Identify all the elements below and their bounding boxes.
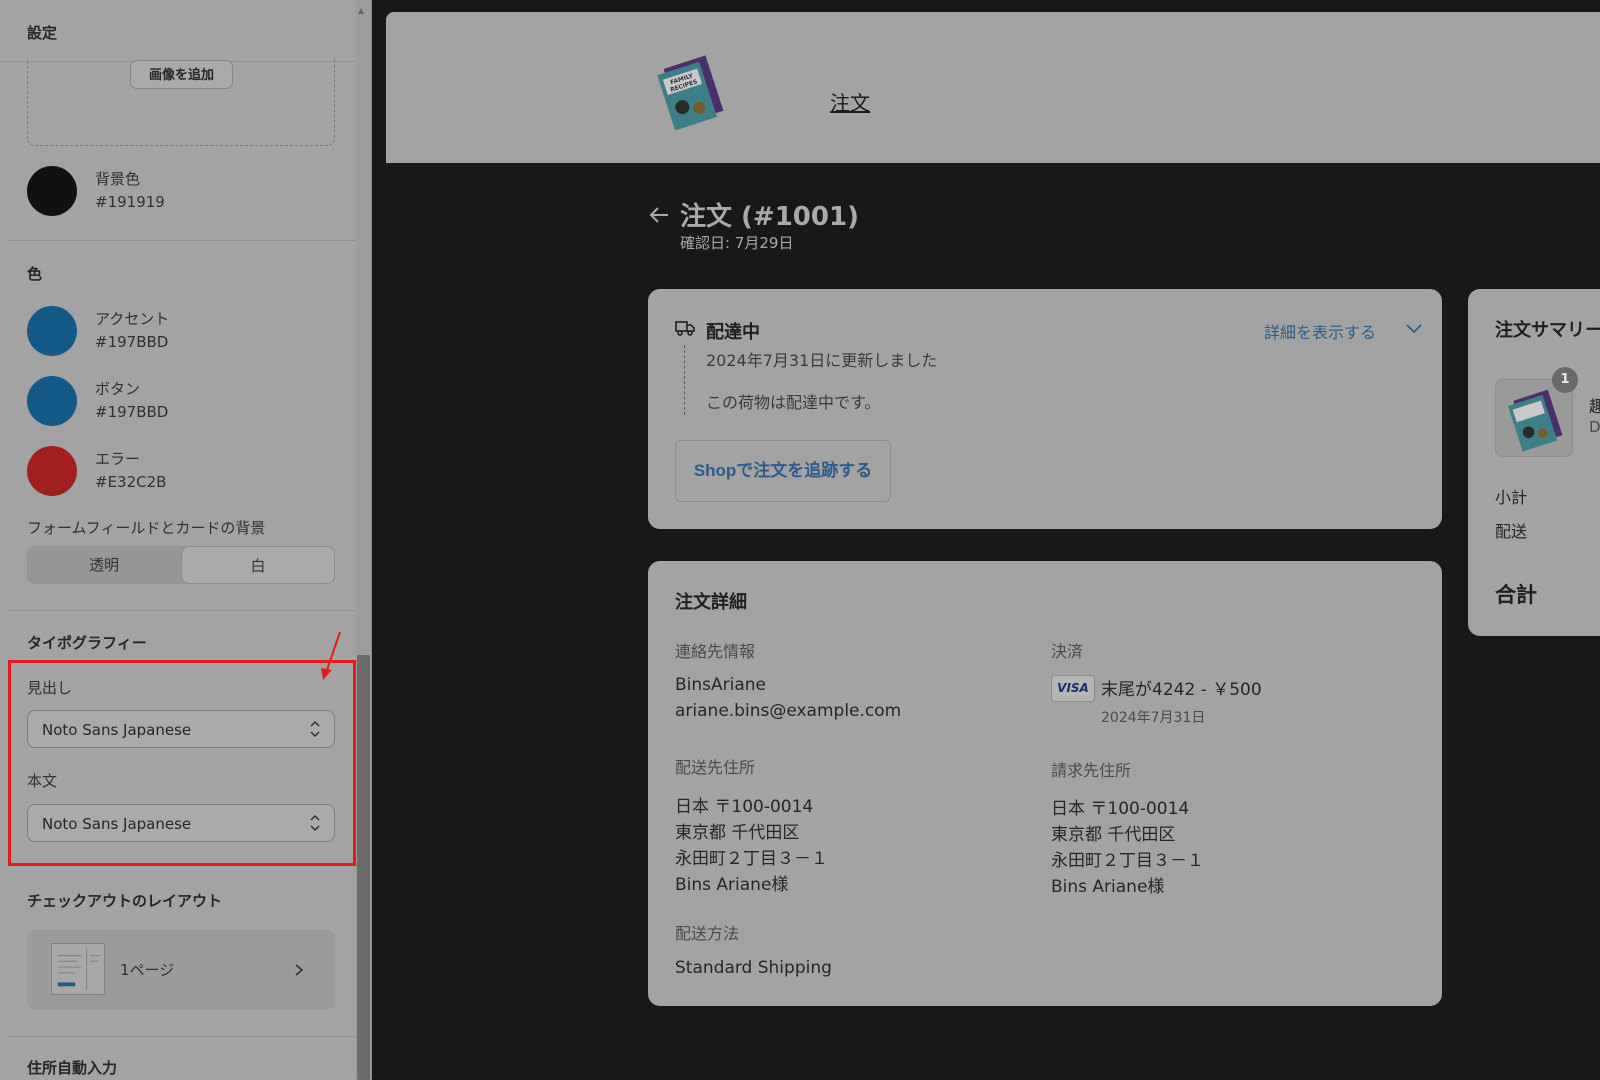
error-color-swatch[interactable] bbox=[27, 446, 77, 496]
billing-address-line: 永田町２丁目３－１ bbox=[1051, 851, 1204, 871]
visa-card-icon: VISA bbox=[1051, 675, 1095, 702]
billing-address-label: 請求先住所 bbox=[1051, 761, 1132, 780]
settings-sidebar: ▲ 設定 画像を追加 背景色 #191919 色 アクセント #197BBD ボ… bbox=[0, 0, 372, 1080]
subtotal-label: 小計 bbox=[1495, 488, 1528, 507]
order-confirmed-date: 確認日: 7月29日 bbox=[680, 234, 794, 252]
sidebar-scrollbar-thumb[interactable] bbox=[357, 655, 370, 1080]
checkout-layout-heading: チェックアウトのレイアウト bbox=[27, 892, 223, 910]
contact-email: ariane.bins@example.com bbox=[675, 701, 902, 721]
button-color-hex: #197BBD bbox=[95, 403, 169, 421]
chevron-down-icon[interactable] bbox=[1406, 324, 1422, 334]
divider bbox=[8, 610, 356, 611]
heading-font-label: 見出し bbox=[27, 679, 73, 697]
background-color-label: 背景色 bbox=[95, 170, 141, 188]
timeline-line bbox=[684, 345, 685, 415]
billing-address-line: 東京都 千代田区 bbox=[1051, 825, 1176, 845]
accent-color-swatch[interactable] bbox=[27, 306, 77, 356]
shipping-status-card: 配達中 詳細を表示する 2024年7月31日に更新しました この荷物は配達中です… bbox=[648, 289, 1442, 529]
shipping-address-line: 日本 〒100-0014 bbox=[675, 797, 814, 817]
body-font-select[interactable]: Noto Sans Japanese bbox=[27, 804, 335, 842]
chevron-right-icon bbox=[295, 964, 304, 976]
scroll-up-arrow-icon[interactable]: ▲ bbox=[358, 6, 364, 15]
shipping-cost-label: 配送 bbox=[1495, 522, 1528, 541]
divider bbox=[8, 240, 356, 241]
checkout-layout-value: 1ページ bbox=[120, 961, 175, 979]
form-background-label: フォームフィールドとカードの背景 bbox=[27, 519, 266, 537]
shipping-status-title: 配達中 bbox=[706, 322, 760, 343]
order-summary-card: 注文サマリー 1 趣 D 小計 配送 合計 bbox=[1468, 289, 1600, 636]
sidebar-header: 設定 bbox=[0, 0, 356, 62]
billing-address-line: 日本 〒100-0014 bbox=[1051, 799, 1190, 819]
payment-summary: 末尾が4242 - ￥500 bbox=[1101, 680, 1262, 700]
shipping-address-label: 配送先住所 bbox=[675, 758, 756, 777]
billing-address-line: Bins Ariane様 bbox=[1051, 877, 1165, 897]
total-label: 合計 bbox=[1495, 583, 1537, 607]
checkout-layout-selector[interactable]: 1ページ bbox=[27, 930, 335, 1010]
error-color-label: エラー bbox=[95, 450, 141, 468]
colors-heading: 色 bbox=[27, 265, 43, 283]
show-details-link[interactable]: 詳細を表示する bbox=[1264, 319, 1376, 343]
order-details-card: 注文詳細 連絡先情報 BinsAriane ariane.bins@exampl… bbox=[648, 561, 1442, 1006]
heading-font-value: Noto Sans Japanese bbox=[42, 721, 192, 739]
order-summary-title: 注文サマリー bbox=[1495, 320, 1600, 341]
order-details-title: 注文詳細 bbox=[675, 592, 747, 613]
heading-font-select[interactable]: Noto Sans Japanese bbox=[27, 710, 335, 748]
store-header: FAMILY RECIPES 注文 bbox=[386, 12, 1600, 163]
background-color-swatch[interactable] bbox=[27, 166, 77, 216]
contact-info-label: 連絡先情報 bbox=[675, 642, 756, 661]
background-color-hex: #191919 bbox=[95, 193, 165, 211]
shipping-address-line: 永田町２丁目３－１ bbox=[675, 849, 828, 869]
accent-color-label: アクセント bbox=[95, 310, 170, 328]
button-color-swatch[interactable] bbox=[27, 376, 77, 426]
form-background-toggle: 透明 白 bbox=[27, 546, 335, 584]
accent-color-hex: #197BBD bbox=[95, 333, 169, 351]
button-color-label: ボタン bbox=[95, 380, 141, 398]
status-updated-date: 2024年7月31日に更新しました bbox=[706, 351, 938, 370]
back-arrow-icon[interactable] bbox=[648, 206, 670, 224]
track-order-button[interactable]: Shopで注文を追跡する bbox=[675, 440, 891, 502]
contact-name: BinsAriane bbox=[675, 675, 767, 695]
checkout-preview: FAMILY RECIPES 注文 注文 (#1001) 確認日: 7月29日 … bbox=[386, 0, 1600, 1080]
nav-orders-link[interactable]: 注文 bbox=[830, 87, 870, 116]
body-font-value: Noto Sans Japanese bbox=[42, 815, 192, 833]
payment-date: 2024年7月31日 bbox=[1101, 710, 1206, 726]
product-book-icon bbox=[1507, 389, 1563, 452]
shipping-address-line: 東京都 千代田区 bbox=[675, 823, 800, 843]
shipping-address-line: Bins Ariane様 bbox=[675, 875, 789, 895]
quantity-badge: 1 bbox=[1552, 367, 1578, 393]
truck-icon bbox=[675, 321, 695, 336]
error-color-hex: #E32C2B bbox=[95, 473, 167, 491]
store-logo-icon[interactable]: FAMILY RECIPES bbox=[650, 52, 730, 130]
shipping-method-label: 配送方法 bbox=[675, 924, 740, 943]
add-image-button[interactable]: 画像を追加 bbox=[130, 60, 233, 89]
status-message: この荷物は配達中です。 bbox=[706, 393, 881, 412]
form-background-option-transparent[interactable]: 透明 bbox=[27, 546, 181, 584]
body-font-label: 本文 bbox=[27, 772, 58, 790]
form-background-option-white[interactable]: 白 bbox=[181, 546, 335, 584]
typography-heading: タイポグラフィー bbox=[27, 634, 147, 652]
chevron-up-down-icon bbox=[310, 720, 320, 738]
order-title: 注文 (#1001) bbox=[680, 202, 859, 232]
address-autofill-heading: 住所自動入力 bbox=[27, 1059, 118, 1077]
product-name: 趣 bbox=[1589, 397, 1600, 416]
product-variant: D bbox=[1589, 418, 1600, 436]
divider bbox=[8, 1036, 356, 1037]
chevron-up-down-icon bbox=[310, 814, 320, 832]
shipping-method-value: Standard Shipping bbox=[675, 958, 832, 978]
one-page-layout-icon bbox=[51, 943, 105, 995]
payment-label: 決済 bbox=[1051, 642, 1084, 661]
sidebar-title: 設定 bbox=[27, 24, 58, 42]
